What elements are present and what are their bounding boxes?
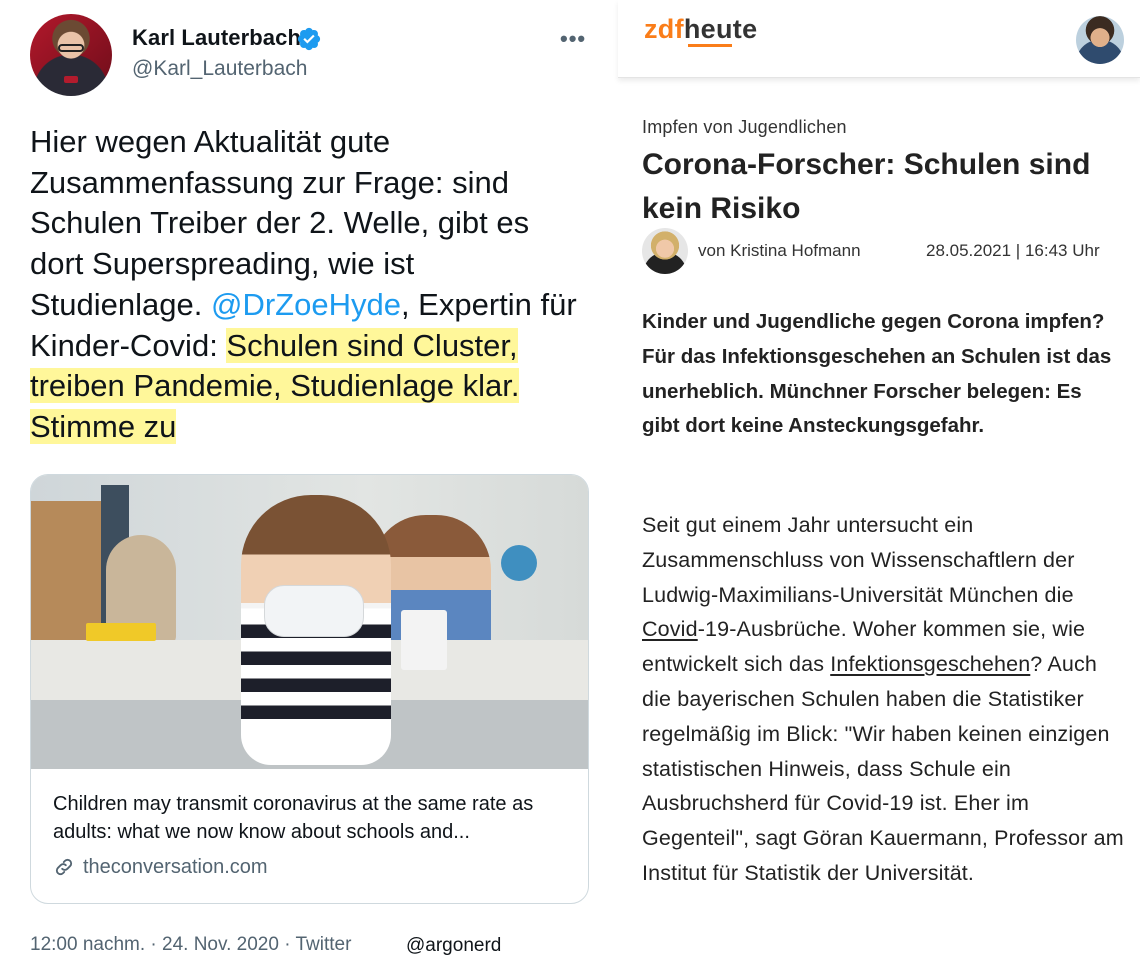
author-avatar[interactable] <box>30 14 112 96</box>
yellow-object-shape <box>86 623 156 641</box>
card-image[interactable] <box>31 475 588 769</box>
face-mask-shape <box>264 585 364 637</box>
glasses-shape <box>58 44 84 52</box>
zdfheute-logo[interactable]: zdfheute <box>644 14 757 45</box>
news-article: zdfheute Impfen von Jugendlichen Corona-… <box>618 0 1140 974</box>
body-text-part3: ? Auch die bayerischen Schulen haben die… <box>642 652 1124 885</box>
pencil-cup-shape <box>401 610 447 670</box>
article-byline[interactable]: von Kristina Hofmann <box>698 241 861 261</box>
article-kicker: Impfen von Jugendlichen <box>642 117 847 137</box>
author-name[interactable]: Karl Lauterbach <box>132 25 301 51</box>
logo-zdf: zdf <box>644 14 684 44</box>
author-handle[interactable]: @Karl_Lauterbach <box>132 57 307 81</box>
site-header: zdfheute <box>618 0 1140 78</box>
verified-badge-icon <box>297 27 321 51</box>
covid-link[interactable]: Covid <box>642 617 698 641</box>
profile-avatar[interactable] <box>1076 16 1124 64</box>
divider <box>604 0 614 974</box>
article-body: Seit gut einem Jahr untersucht ein Zusam… <box>642 508 1132 891</box>
globe-shape <box>501 545 537 581</box>
logo-underline <box>688 44 732 47</box>
card-domain-text: theconversation.com <box>83 855 268 878</box>
body-text-part1: Seit gut einem Jahr untersucht ein Zusam… <box>642 513 1075 607</box>
watermark: @argonerd <box>406 935 502 956</box>
logo-heute: heute <box>683 14 758 44</box>
author-photo <box>642 228 688 274</box>
tweet: Karl Lauterbach @Karl_Lauterbach ••• Hie… <box>0 0 600 974</box>
infektionsgeschehen-link[interactable]: Infektionsgeschehen <box>830 652 1030 676</box>
mention-link[interactable]: @DrZoeHyde <box>211 287 401 322</box>
tweet-text: Hier wegen Aktualität gute Zusammenfassu… <box>30 122 590 448</box>
bowtie-shape <box>64 76 78 83</box>
card-title[interactable]: Children may transmit coronavirus at the… <box>53 791 573 846</box>
link-preview-card[interactable]: Children may transmit coronavirus at the… <box>30 474 589 904</box>
link-icon <box>55 858 73 876</box>
card-domain[interactable]: theconversation.com <box>53 855 268 879</box>
article-headline: Corona-Forscher: Schulen sind kein Risik… <box>642 148 1091 225</box>
tweet-metadata[interactable]: 12:00 nachm. · 24. Nov. 2020 · Twitter <box>30 934 351 956</box>
more-options-icon[interactable]: ••• <box>560 26 588 51</box>
article-date: 28.05.2021 | 16:43 Uhr <box>926 241 1100 260</box>
article-lead: Kinder und Jugendliche gegen Corona impf… <box>642 310 1112 438</box>
